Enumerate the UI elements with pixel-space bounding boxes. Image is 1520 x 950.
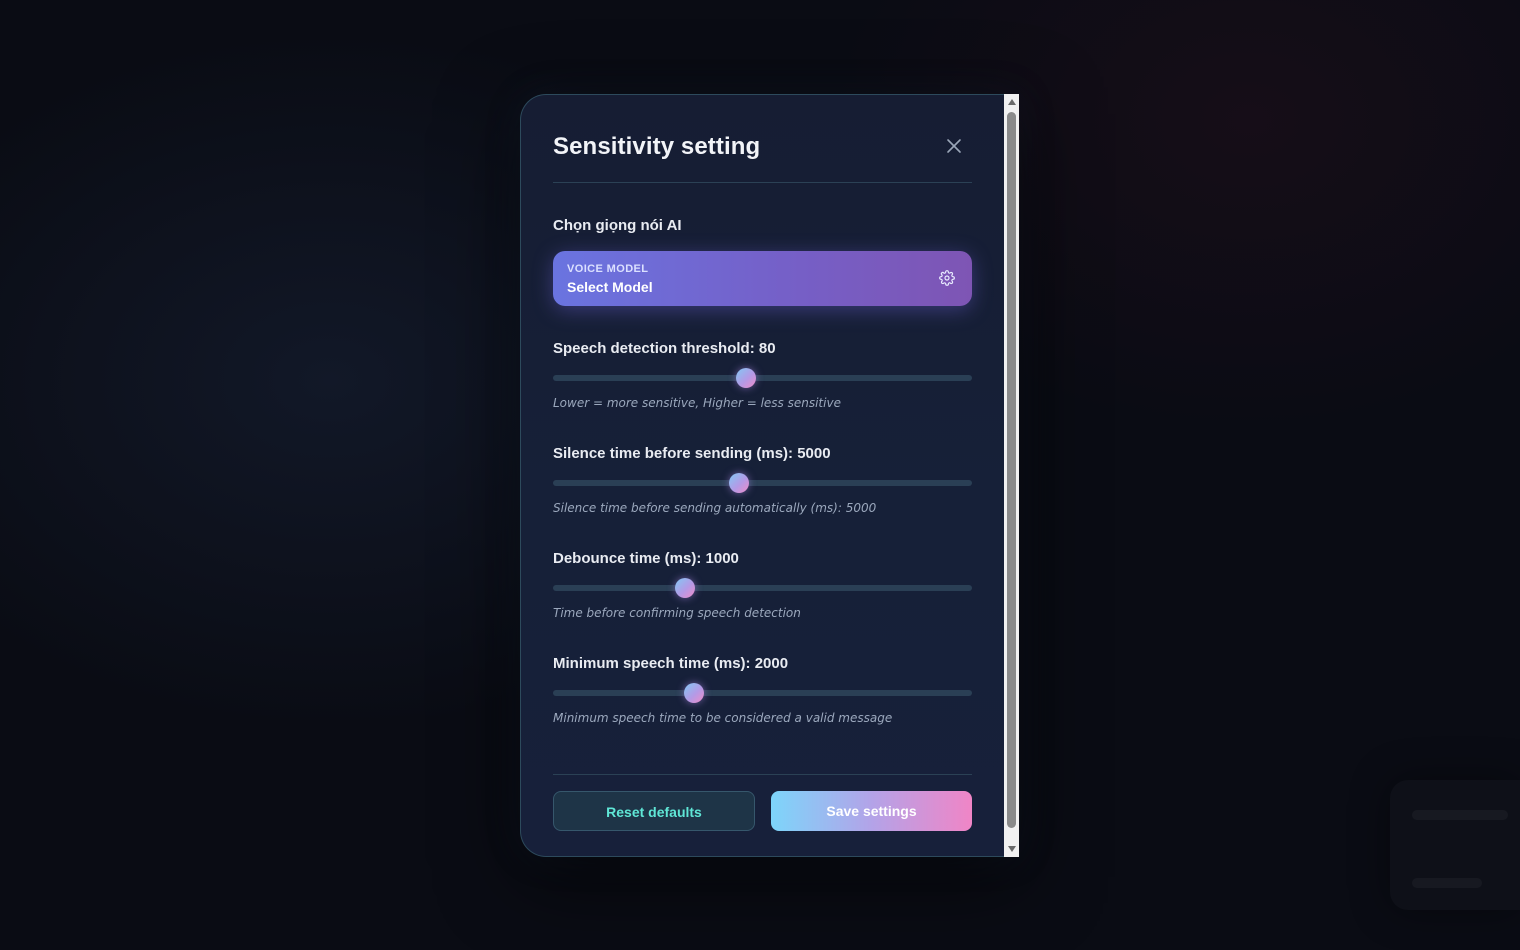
min-speech-slider-thumb[interactable] [684, 683, 705, 703]
dialog-panel: Sensitivity setting Chọn giọng nói AI VO… [520, 94, 1005, 857]
debounce-slider[interactable] [553, 578, 972, 598]
dialog-title: Sensitivity setting [553, 133, 761, 160]
debounce-label: Debounce time (ms): 1000 [553, 550, 739, 567]
dialog-scrollbar[interactable] [1004, 94, 1019, 857]
threshold-label: Speech detection threshold: 80 [553, 340, 776, 357]
background-card [1390, 780, 1520, 910]
reset-defaults-button[interactable]: Reset defaults [553, 791, 755, 831]
voice-model-caption: VOICE MODEL [567, 263, 649, 275]
silence-label: Silence time before sending (ms): 5000 [553, 445, 831, 462]
min-speech-slider[interactable] [553, 683, 972, 703]
scrollbar-thumb[interactable] [1007, 112, 1016, 828]
min-speech-label: Minimum speech time (ms): 2000 [553, 655, 789, 672]
debounce-slider-thumb[interactable] [674, 578, 695, 598]
silence-hint: Silence time before sending automaticall… [553, 501, 877, 515]
save-settings-button[interactable]: Save settings [771, 791, 972, 831]
sensitivity-settings-dialog: Sensitivity setting Chọn giọng nói AI VO… [520, 94, 1020, 857]
silence-slider[interactable] [553, 473, 972, 493]
voice-section-label: Chọn giọng nói AI [553, 217, 682, 234]
min-speech-hint: Minimum speech time to be considered a v… [553, 711, 893, 725]
threshold-slider[interactable] [553, 368, 972, 388]
close-icon [947, 139, 961, 153]
debounce-hint: Time before confirming speech detection [553, 606, 801, 620]
scroll-down-icon[interactable] [1008, 846, 1016, 852]
threshold-hint: Lower = more sensitive, Higher = less se… [553, 396, 841, 410]
voice-model-value: Select Model [567, 279, 653, 295]
scroll-up-icon[interactable] [1008, 99, 1016, 105]
close-button[interactable] [939, 131, 969, 161]
threshold-slider-thumb[interactable] [735, 368, 756, 388]
header-divider [553, 182, 972, 183]
gear-icon[interactable] [939, 270, 955, 286]
voice-model-selector[interactable]: VOICE MODEL Select Model [553, 251, 972, 306]
footer-divider [553, 774, 972, 775]
silence-slider-thumb[interactable] [729, 473, 750, 493]
